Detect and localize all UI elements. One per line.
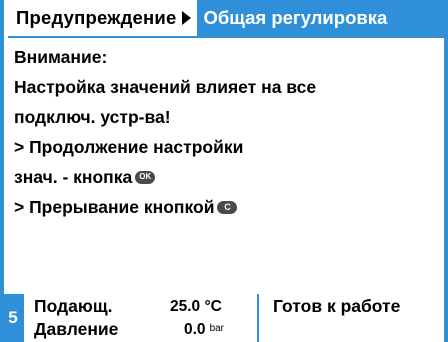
tab-label: Общая регулировка [203,7,388,28]
status-footer: 5 Подающ. 25.0 °C Давление 0.0 bar Готов … [0,294,448,342]
pressure-unit: bar [209,323,225,334]
message-line-5: знач. - кнопка OK [14,162,434,192]
message-line-4: > Продолжение настройки [14,137,244,157]
message-line-6: > Прерывание кнопкой C [14,192,434,222]
breadcrumb-label: Предупреждение [16,7,177,28]
pressure-reading: 0.0 bar [184,321,224,339]
flow-label: Подающ. [34,296,113,316]
tab-general-control[interactable]: Общая регулировка [197,0,448,36]
status-text: Готов к работе [273,296,401,316]
flow-unit: °C [204,298,222,315]
message-line-2: Настройка значений влияет на все [14,77,317,97]
message-line-1: Внимание: [14,47,108,67]
flow-reading: 25.0 °C [170,298,222,316]
breadcrumb[interactable]: Предупреждение [8,0,198,36]
device-screen: Предупреждение Общая регулировка Внимани… [0,0,448,342]
warning-message: Внимание: Настройка значений влияет на в… [14,42,434,222]
status-panel: Готов к работе [259,294,444,342]
readings-panel: Подающ. 25.0 °C Давление 0.0 bar [24,294,257,342]
flow-value: 25.0 [170,298,201,315]
pressure-value: 0.0 [184,321,206,338]
message-line-6-text: > Прерывание кнопкой [14,197,215,217]
pressure-label: Давление [34,319,119,339]
circuit-number: 5 [8,308,18,327]
ok-key-icon: OK [135,170,156,184]
arrow-right-icon [182,11,192,25]
c-key-icon: C [217,200,238,214]
header-bar: Предупреждение Общая регулировка [8,0,448,38]
message-line-3: подключ. устр-ва! [14,107,171,127]
message-line-5-text: знач. - кнопка [14,167,133,187]
